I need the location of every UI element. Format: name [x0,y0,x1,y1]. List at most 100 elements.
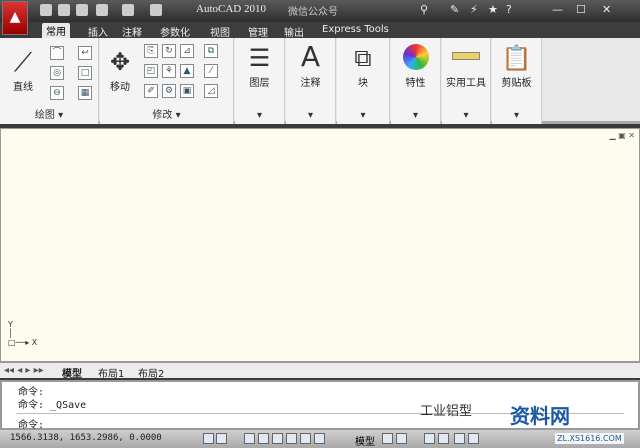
dyn-toggle[interactable] [286,433,297,444]
layout-button[interactable] [382,433,393,444]
steeringwheel-icon[interactable] [454,433,465,444]
maximize-button[interactable]: ☐ [576,3,586,16]
layout-tabs: ◂◂ ◂ ▸ ▸▸ 模型 布局1 布局2 [0,362,640,380]
tab-parametric[interactable]: 参数化 [160,24,190,39]
save-icon[interactable] [76,4,88,16]
properties-panel[interactable]: 特性 ▾ [391,38,441,124]
tab-model[interactable]: 模型 [62,365,82,380]
block-panel[interactable]: ⧉ 块 ▾ [337,38,390,124]
command-history-line: 命令: _QSave [18,400,87,411]
mirror-icon[interactable]: ▲ [180,64,194,78]
tab-view[interactable]: 视图 [210,24,230,39]
copy-icon[interactable]: ⎘ [144,44,158,58]
annotation-icon: A [300,40,321,73]
hatch-icon[interactable]: ▦ [78,86,92,100]
tab-layout2[interactable]: 布局2 [138,365,164,380]
block-icon: ⧉ [354,44,372,72]
status-bar: 1566.3138, 1653.2986, 0.0000 模型 [0,430,640,448]
qp-toggle[interactable] [314,433,325,444]
color-wheel-icon [403,44,429,70]
tab-annotate[interactable]: 注释 [122,24,142,39]
modify-panel-label[interactable]: 修改 ▾ [100,106,233,121]
application-menu-button[interactable]: ▲ [2,1,28,35]
scale-icon[interactable]: ⚘ [162,64,176,78]
pan-icon[interactable] [424,433,435,444]
move-button[interactable]: ✥ 移动 [102,42,138,93]
star-icon[interactable]: ★ [488,3,498,16]
arc-icon[interactable]: ⌒ [50,46,64,60]
chevron-down-icon[interactable]: ▾ [235,110,284,121]
erase-icon[interactable]: ⧉ [204,44,218,58]
tab-home[interactable]: 常用 [42,23,70,39]
watermark-url: ZL.XS1616.COM [555,433,624,444]
redo-icon[interactable] [122,4,134,16]
osnap-toggle[interactable] [244,433,255,444]
move-icon: ✥ [109,48,131,76]
rectangle-icon[interactable]: □ [78,66,92,80]
draw-panel-label[interactable]: 绘图 ▾ [0,106,98,121]
grid-toggle[interactable] [216,433,227,444]
wrench-icon[interactable]: ✎ [450,3,459,16]
close-button[interactable]: ✕ [602,3,611,16]
annotation-panel[interactable]: A 注释 ▾ [286,38,336,124]
satellite-icon[interactable]: ⚡ [470,3,478,16]
explode-icon[interactable]: ⚙ [162,84,176,98]
tab-manage[interactable]: 管理 [248,24,268,39]
fillet-icon[interactable]: ⁄ [204,64,218,78]
utilities-panel[interactable]: 实用工具 ▾ [442,38,491,124]
layout-button[interactable] [396,433,407,444]
snap-toggle[interactable] [203,433,214,444]
command-input[interactable]: 命令: [18,416,44,431]
minimize-button[interactable]: — [552,3,563,16]
lineweight-toggle[interactable] [300,433,311,444]
drawing-area[interactable]: ▁ ▣ ✕ [0,128,640,362]
viewport-controls[interactable]: ▁ ▣ ✕ [610,131,636,140]
tab-navigation-arrows[interactable]: ◂◂ ◂ ▸ ▸▸ [4,365,44,376]
new-icon[interactable] [40,4,52,16]
offset-icon[interactable]: ✐ [144,84,158,98]
chamfer-icon[interactable]: ◿ [204,84,218,98]
layers-icon: ☰ [248,44,271,72]
ucs-icon: Y │ □──▸ X [8,320,38,347]
clipboard-panel[interactable]: 📋 剪贴板 ▾ [492,38,542,124]
window-subtitle: 微信公众号 [288,7,338,18]
modify-panel: ✥ 移动 ⎘ ↻ ⊿ ⧉ ◰ ⚘ ▲ ⁄ ✐ ⚙ ▣ ◿ 修改 ▾ [100,38,234,124]
chevron-down-icon[interactable]: ▾ [391,110,440,121]
watermark-logo: 资料网 [510,404,570,428]
ducs-toggle[interactable] [272,433,283,444]
binoculars-icon[interactable]: ⚲ [420,3,428,16]
help-icon[interactable]: ? [506,3,512,16]
title-bar: AutoCAD 2010 微信公众号 ⚲ ✎ ⚡ ★ ? — ☐ ✕ [0,0,640,22]
tab-insert[interactable]: 插入 [88,24,108,39]
zoom-icon[interactable] [438,433,449,444]
clipboard-icon: 📋 [501,44,532,72]
chevron-down-icon[interactable]: ▾ [337,110,389,121]
layers-panel[interactable]: ☰ 图层 ▾ [235,38,285,124]
showmotion-icon[interactable] [468,433,479,444]
measure-icon [452,52,480,60]
draw-panel: ⟋ 直线 ⌒ ◎ ⊖ ↩ □ ▦ 绘图 ▾ [0,38,99,124]
chevron-down-icon[interactable]: ▾ [286,110,335,121]
circle-icon[interactable]: ◎ [50,66,64,80]
rotate-icon[interactable]: ↻ [162,44,176,58]
ribbon: ⟋ 直线 ⌒ ◎ ⊖ ↩ □ ▦ 绘图 ▾ ✥ 移动 ⎘ ↻ ⊿ ⧉ ◰ ⚘ ▲… [0,38,640,124]
app-title: AutoCAD 2010 [196,3,266,15]
undo-icon[interactable] [96,4,108,16]
array-icon[interactable]: ▣ [180,84,194,98]
ellipse-icon[interactable]: ⊖ [50,86,64,100]
chevron-down-icon[interactable]: ▾ [442,110,490,121]
tab-express-tools[interactable]: Express Tools [322,24,389,35]
polyline-icon[interactable]: ↩ [78,46,92,60]
chevron-down-icon[interactable]: ▾ [492,110,541,121]
model-button[interactable]: 模型 [355,433,375,448]
print-icon[interactable] [150,4,162,16]
tab-output[interactable]: 输出 [284,24,304,39]
line-button[interactable]: ⟋ 直线 [4,42,42,93]
tab-layout1[interactable]: 布局1 [98,365,124,380]
open-icon[interactable] [58,4,70,16]
stretch-icon[interactable]: ◰ [144,64,158,78]
trim-icon[interactable]: ⊿ [180,44,194,58]
otrack-toggle[interactable] [258,433,269,444]
ribbon-tabs: 常用 插入 注释 参数化 视图 管理 输出 Express Tools [30,22,640,39]
coordinates-readout: 1566.3138, 1653.2986, 0.0000 [10,433,162,443]
